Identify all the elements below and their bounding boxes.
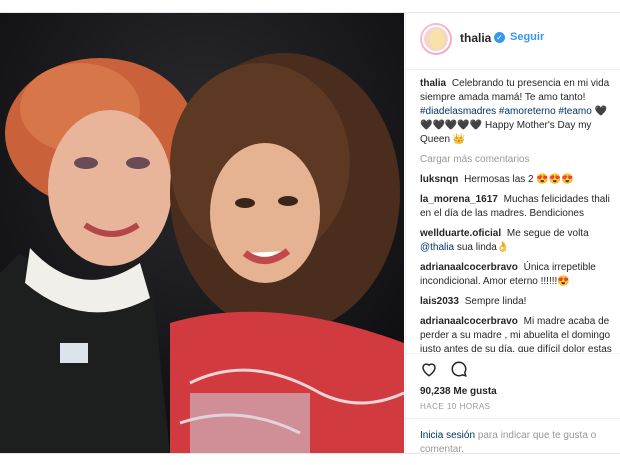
comment-text: Hermosas las 2 😍😍😍 bbox=[464, 174, 574, 185]
login-prompt: Inicia sesión para indicar que te gusta … bbox=[406, 418, 620, 457]
list-item: lais2033 Sempre linda! bbox=[420, 295, 616, 309]
post-side-panel: thalia ✓ Seguir thalia Celebrando tu pre… bbox=[405, 13, 620, 457]
avatar[interactable] bbox=[420, 23, 452, 55]
load-more-comments[interactable]: Cargar más comentarios bbox=[420, 153, 616, 167]
caption-tags[interactable]: #diadelasmadres #amoreterno #teamo bbox=[420, 106, 592, 117]
comment-text: Sempre linda! bbox=[464, 296, 527, 307]
comment-user[interactable]: wellduarte.oficial bbox=[420, 228, 501, 239]
caption-user[interactable]: thalia bbox=[420, 78, 446, 89]
post-photo[interactable] bbox=[0, 13, 404, 453]
heart-icon[interactable] bbox=[420, 360, 438, 378]
username[interactable]: thalia bbox=[460, 31, 491, 45]
list-item: luksnqn Hermosas las 2 😍😍😍 bbox=[420, 173, 616, 187]
verified-badge-icon: ✓ bbox=[494, 32, 505, 43]
comments-list: thalia Celebrando tu presencia en mi vid… bbox=[420, 77, 616, 352]
post-header: thalia ✓ Seguir bbox=[406, 13, 620, 70]
list-item: wellduarte.oficial Me segue de volta @th… bbox=[420, 227, 616, 255]
likes-count[interactable]: 90,238 Me gusta bbox=[420, 386, 497, 397]
caption-text: Celebrando tu presencia en mi vida siemp… bbox=[420, 78, 610, 103]
comment-mention[interactable]: @thalia bbox=[420, 242, 454, 253]
caption: thalia Celebrando tu presencia en mi vid… bbox=[420, 77, 616, 147]
login-link[interactable]: Inicia sesión bbox=[420, 430, 475, 441]
list-item: adrianaalcocerbravo Única irrepetible in… bbox=[420, 261, 616, 289]
comment-user[interactable]: luksnqn bbox=[420, 174, 458, 185]
list-item: adrianaalcocerbravo Mi madre acaba de pe… bbox=[420, 315, 616, 352]
comment-user[interactable]: lais2033 bbox=[420, 296, 459, 307]
post-timestamp: HACE 10 HORAS bbox=[420, 402, 491, 411]
post-actions: 90,238 Me gusta HACE 10 HORAS Inicia ses… bbox=[406, 353, 620, 457]
follow-button[interactable]: Seguir bbox=[510, 31, 544, 43]
list-item: la_morena_1617 Muchas felicidades thali … bbox=[420, 193, 616, 221]
comment-icon[interactable] bbox=[450, 360, 468, 378]
comment-user[interactable]: la_morena_1617 bbox=[420, 194, 498, 205]
comment-text-tail: sua linda👌 bbox=[456, 242, 510, 253]
comment-user[interactable]: adrianaalcocerbravo bbox=[420, 316, 518, 327]
comment-text: Me segue de volta bbox=[506, 228, 589, 239]
mother-daughter-photo bbox=[0, 13, 404, 453]
comment-user[interactable]: adrianaalcocerbravo bbox=[420, 262, 518, 273]
instagram-post: thalia ✓ Seguir thalia Celebrando tu pre… bbox=[0, 12, 620, 457]
